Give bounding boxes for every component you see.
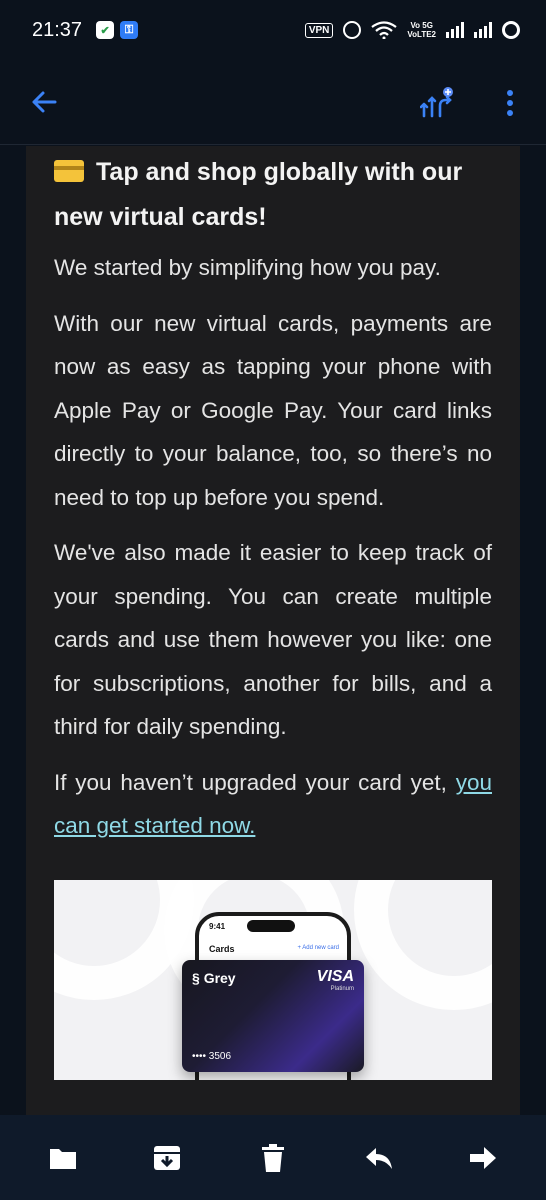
archive-icon[interactable] <box>152 1143 182 1173</box>
virtual-card: § Grey VISA Platinum •••• 3506 <box>182 959 364 1072</box>
top-app-bar <box>0 60 546 145</box>
network-label: Vo 5G VoLTE2 <box>407 21 436 39</box>
signal-icon-2 <box>474 22 492 38</box>
promo-image[interactable]: 9:41 Cards + Add new card § Grey VISA Pl… <box>54 879 492 1080</box>
card-brand: § Grey <box>192 969 236 986</box>
shield-icon: ✔ <box>96 21 115 39</box>
email-headline: Tap and shop globally with our new virtu… <box>54 150 492 240</box>
card-number: •••• 3506 <box>192 1050 232 1062</box>
paragraph-4: If you haven’t upgraded your card yet, y… <box>54 761 492 848</box>
paragraph-2: With our new virtual cards, payments are… <box>54 310 492 510</box>
credit-card-icon <box>54 160 84 182</box>
trash-icon[interactable] <box>258 1143 288 1173</box>
key-icon: ⚿ <box>120 21 139 39</box>
phone-cards-title: Cards <box>209 943 235 954</box>
paragraph-1: We started by simplifying how you pay. <box>54 255 441 280</box>
alarm-icon <box>343 21 362 39</box>
phone-add-card: + Add new card <box>297 944 339 951</box>
status-time: 21:37 <box>32 18 83 41</box>
forward-icon[interactable] <box>468 1143 498 1173</box>
paragraph-3: We've also made it easier to keep track … <box>54 540 492 739</box>
phone-time: 9:41 <box>209 921 226 931</box>
back-arrow-icon[interactable] <box>30 88 58 116</box>
vpn-badge: VPN <box>304 22 334 38</box>
reply-icon[interactable] <box>364 1143 394 1173</box>
more-vert-icon[interactable] <box>500 88 520 118</box>
wifi-icon <box>371 21 398 39</box>
bottom-action-bar <box>0 1115 546 1200</box>
card-network: VISA <box>316 967 354 985</box>
card-brand-text: Grey <box>203 969 236 986</box>
network-top: Vo 5G <box>410 21 433 30</box>
summarize-icon[interactable] <box>420 86 454 120</box>
signal-icon <box>446 22 464 38</box>
email-body: Tap and shop globally with our new virtu… <box>26 146 520 1115</box>
battery-icon <box>502 21 520 39</box>
status-bar: 21:37 ✔ ⚿ VPN Vo 5G VoLTE2 <box>0 0 546 60</box>
headline-text: Tap and shop globally with our new virtu… <box>54 158 463 231</box>
folder-icon[interactable] <box>48 1143 78 1173</box>
background-swirl <box>354 879 492 1010</box>
dynamic-island <box>247 919 295 932</box>
network-bottom: VoLTE2 <box>407 30 436 39</box>
paragraph-4-text: If you haven’t upgraded your card yet, <box>54 769 456 795</box>
card-tier: Platinum <box>330 985 354 992</box>
